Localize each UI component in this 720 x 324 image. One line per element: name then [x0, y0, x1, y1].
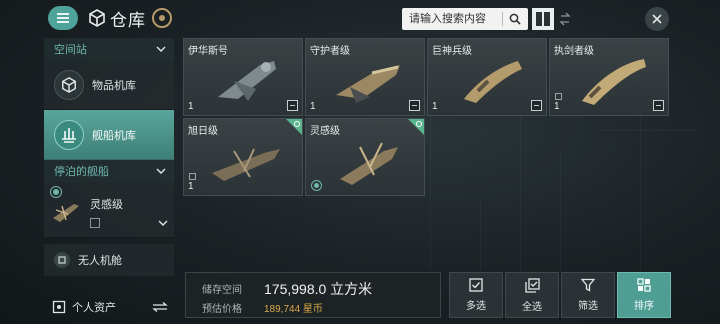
ship-thumbnail — [53, 204, 79, 222]
sidebar-item-label: 物品机库 — [92, 79, 136, 92]
sort-label: 排序 — [634, 301, 654, 312]
ship-image — [218, 61, 276, 101]
chevron-down-icon[interactable] — [158, 220, 168, 226]
cube-icon — [89, 9, 105, 27]
view-toggle — [532, 8, 576, 30]
filter-icon — [581, 278, 595, 292]
ship-tag-icon — [555, 93, 562, 100]
collapse-icon — [531, 100, 542, 111]
select-all-icon — [524, 277, 540, 293]
filter-label: 筛选 — [578, 301, 598, 312]
action-bar: 多选 全选 筛选 排序 — [449, 272, 671, 318]
ship-quantity: 1 — [188, 181, 194, 192]
filter-button[interactable]: 筛选 — [561, 272, 615, 318]
ship-image — [336, 65, 400, 103]
ship-quantity: 1 — [554, 101, 560, 112]
ship-card[interactable]: 巨神兵级 1 — [427, 38, 547, 116]
docked-ship-name: 灵感级 — [90, 199, 123, 211]
section-docked-header[interactable]: 停泊的舰船 — [44, 160, 174, 182]
active-ship-indicator-icon — [311, 180, 322, 191]
ship-card[interactable]: 旭日级 1 — [183, 118, 303, 196]
top-bar: 仓库 — [0, 0, 720, 36]
search-icon — [509, 13, 521, 25]
close-button[interactable] — [645, 7, 669, 31]
list-view-button[interactable] — [554, 8, 576, 30]
multi-select-label: 多选 — [466, 301, 486, 312]
ship-quantity: 1 — [432, 101, 438, 112]
multi-select-button[interactable]: 多选 — [449, 272, 503, 318]
ship-card[interactable]: 灵感级 — [305, 118, 425, 196]
location-badge-icon[interactable] — [152, 8, 172, 28]
select-all-button[interactable]: 全选 — [505, 272, 559, 318]
page-title: 仓库 — [110, 10, 146, 30]
fitted-indicator-icon — [408, 119, 424, 135]
ship-quantity: 1 — [188, 101, 194, 112]
collapse-icon — [409, 100, 420, 111]
cube-icon — [54, 69, 84, 100]
ship-image — [582, 59, 646, 105]
section-station-label: 空间站 — [54, 44, 87, 56]
sidebar-item-item-hangar[interactable]: 物品机库 — [44, 60, 174, 110]
ship-card[interactable]: 伊华斯号 1 — [183, 38, 303, 116]
storage-space-value: 175,998.0 立方米 — [264, 281, 373, 297]
section-docked-label: 停泊的舰船 — [54, 166, 109, 178]
ship-quantity: 1 — [310, 101, 316, 112]
fitted-indicator-icon — [286, 119, 302, 135]
storage-panel: 储存空间 175,998.0 立方米 预估价格 189,744 星币 — [185, 272, 441, 318]
collapse-icon — [653, 100, 664, 111]
estimated-price-label: 预估价格 — [202, 304, 242, 315]
personal-assets-button[interactable]: 个人资产 — [46, 296, 174, 318]
search-button[interactable] — [503, 8, 527, 30]
sidebar: 空间站 物品机库 舰船机库 停泊的舰船 灵感级 无人机舱 — [44, 38, 174, 276]
sidebar-item-drone-bay[interactable]: 无人机舱 — [44, 244, 174, 276]
checkbox-icon — [469, 278, 483, 292]
personal-assets-label: 个人资产 — [72, 302, 116, 314]
docked-ship-item[interactable]: 灵感级 — [44, 182, 174, 238]
search-box — [402, 8, 528, 30]
sidebar-item-label: 舰船机库 — [92, 129, 136, 142]
ship-card[interactable]: 守护者级 1 — [305, 38, 425, 116]
transfer-icon — [152, 302, 168, 312]
section-station-header[interactable]: 空间站 — [44, 38, 174, 60]
storage-space-label: 储存空间 — [202, 285, 242, 296]
ship-image — [340, 142, 398, 185]
estimated-price-value: 189,744 星币 — [264, 304, 323, 315]
ship-tag-icon — [189, 173, 196, 180]
title-area: 仓库 — [88, 6, 172, 30]
menu-button[interactable] — [48, 6, 78, 30]
ship-card[interactable]: 执剑者级 1 — [549, 38, 669, 116]
sidebar-item-ship-hangar[interactable]: 舰船机库 — [44, 110, 174, 160]
hamburger-icon — [57, 17, 69, 19]
chevron-down-icon — [156, 168, 166, 174]
ship-image — [212, 148, 280, 181]
sort-grid-icon — [637, 278, 651, 292]
drone-icon — [54, 252, 70, 268]
drone-bay-label: 无人机舱 — [78, 255, 122, 267]
assets-icon — [52, 300, 66, 314]
chevron-down-icon — [156, 46, 166, 52]
close-icon — [652, 14, 662, 24]
grid-view-button[interactable] — [532, 8, 554, 30]
sort-button[interactable]: 排序 — [617, 272, 671, 318]
search-input[interactable] — [402, 8, 502, 30]
ship-hangar-icon — [54, 119, 84, 150]
collapse-icon — [287, 100, 298, 111]
ship-tag-icon — [90, 218, 100, 228]
swap-icon — [559, 12, 571, 26]
select-all-label: 全选 — [522, 301, 542, 313]
ship-image — [464, 61, 522, 103]
